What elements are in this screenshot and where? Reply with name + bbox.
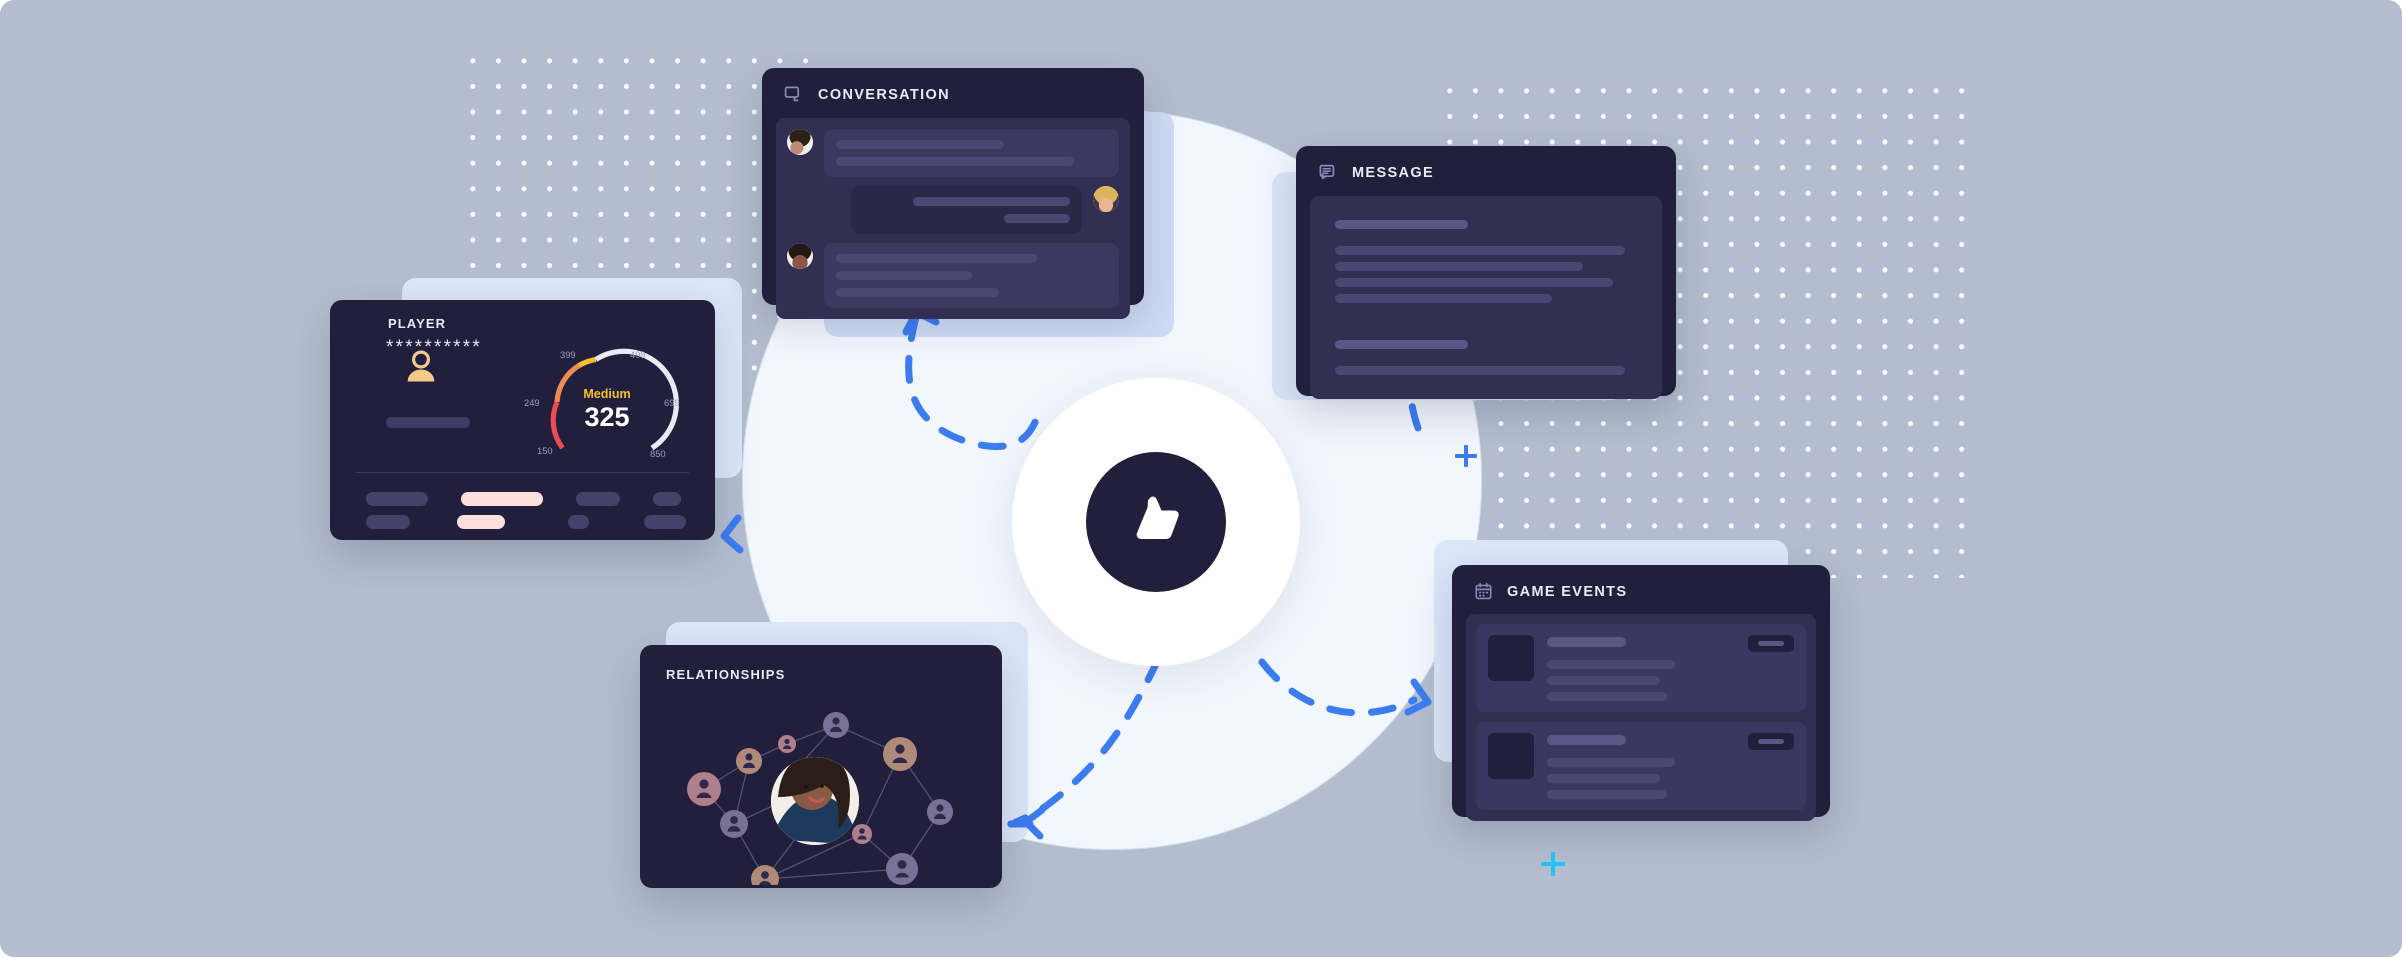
thumbs-up-mark-icon <box>1136 496 1179 539</box>
message-block[interactable] <box>1321 327 1651 388</box>
gauge-tick-399: 399 <box>560 349 576 360</box>
player-subtitle-placeholder <box>386 417 470 428</box>
plus-marker-blue <box>1455 445 1477 467</box>
player-risk-gauge: 150 249 399 499 699 850 Medium 325 <box>518 336 696 462</box>
event-thumbnail <box>1488 733 1534 779</box>
player-divider <box>356 472 689 474</box>
avatar <box>1093 186 1119 212</box>
avatar <box>771 757 859 845</box>
gauge-value: 325 <box>584 402 629 432</box>
calendar-icon <box>1475 582 1492 600</box>
gauge-tick-499: 499 <box>630 349 646 360</box>
plus-marker-cyan <box>1541 852 1565 876</box>
event-tag[interactable] <box>1748 635 1794 652</box>
event-text-lines <box>1547 733 1735 799</box>
conversation-message-row[interactable] <box>787 186 1119 234</box>
game-events-card-title: GAME EVENTS <box>1507 583 1628 600</box>
message-block[interactable] <box>1321 207 1651 316</box>
event-text-lines <box>1547 635 1735 701</box>
event-tag[interactable] <box>1748 733 1794 750</box>
player-pill[interactable] <box>366 492 428 506</box>
relationships-card-title: RELATIONSHIPS <box>666 667 786 682</box>
player-pill[interactable] <box>576 492 620 506</box>
game-events-card-header: GAME EVENTS <box>1452 565 1830 614</box>
player-pill-highlight[interactable] <box>461 492 543 506</box>
conversation-thread <box>776 118 1130 319</box>
conversation-card-title: CONVERSATION <box>818 87 950 103</box>
player-card[interactable]: PLAYER ********** 150 249 399 499 699 85… <box>330 300 715 540</box>
game-events-list <box>1466 614 1816 821</box>
brand-logo-badge <box>1012 378 1300 666</box>
conversation-card-header: CONVERSATION <box>762 68 1144 118</box>
message-card[interactable]: MESSAGE <box>1296 146 1676 399</box>
relationships-card[interactable]: RELATIONSHIPS <box>640 645 1002 888</box>
gauge-tick-150: 150 <box>537 445 553 456</box>
message-bubble <box>851 186 1082 234</box>
conversation-message-row[interactable] <box>787 243 1119 308</box>
player-pill[interactable] <box>653 492 681 506</box>
player-pill[interactable] <box>643 515 686 529</box>
relationship-network-graph[interactable] <box>650 689 996 885</box>
player-card-title: PLAYER <box>388 316 447 331</box>
player-pill[interactable] <box>366 515 411 529</box>
brand-logo-circle <box>1086 452 1226 592</box>
event-thumbnail <box>1488 635 1534 681</box>
message-card-header: MESSAGE <box>1296 146 1676 196</box>
player-pill-row <box>366 492 686 506</box>
message-bubble <box>824 129 1119 177</box>
chat-bubble-icon <box>784 86 800 102</box>
user-avatar-icon <box>402 348 440 391</box>
avatar <box>787 129 813 155</box>
game-events-card[interactable]: GAME EVENTS <box>1452 565 1830 821</box>
gauge-rating-label: Medium <box>583 387 630 401</box>
message-card-title: MESSAGE <box>1352 165 1434 181</box>
player-pill-row <box>366 515 686 529</box>
player-pill-grid <box>366 492 686 529</box>
message-bubble <box>824 243 1119 308</box>
message-list <box>1310 196 1662 399</box>
gauge-tick-249: 249 <box>524 397 540 408</box>
player-pill[interactable] <box>568 515 589 529</box>
illustration-canvas: CONVERSATION MESSAGE PLAYER ********** 1… <box>0 0 2402 957</box>
player-pill-highlight[interactable] <box>457 515 506 529</box>
game-event-row[interactable] <box>1476 624 1806 712</box>
conversation-card[interactable]: CONVERSATION <box>762 68 1144 319</box>
message-lines-icon <box>1319 164 1335 180</box>
game-event-row[interactable] <box>1476 722 1806 810</box>
gauge-tick-850: 850 <box>650 448 666 459</box>
conversation-message-row[interactable] <box>787 129 1119 177</box>
gauge-tick-699: 699 <box>664 397 680 408</box>
arrowhead-5 <box>720 514 744 554</box>
avatar <box>787 243 813 269</box>
